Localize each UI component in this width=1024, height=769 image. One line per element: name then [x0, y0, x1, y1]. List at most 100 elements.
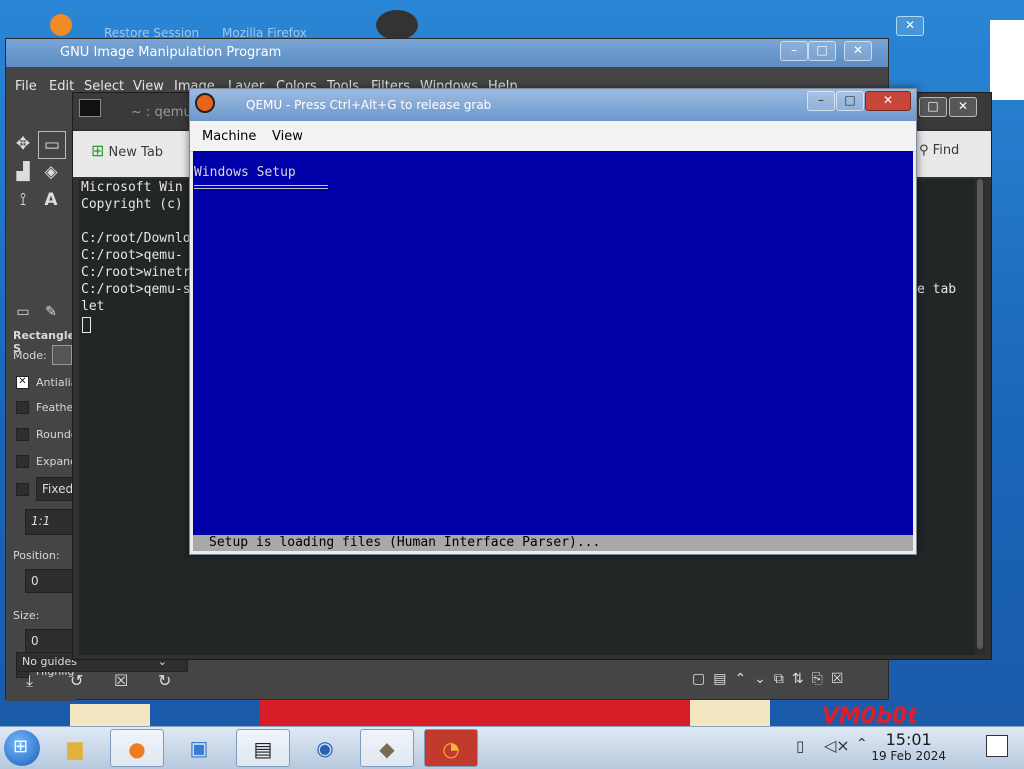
clipboard-icon[interactable]: ▯: [796, 737, 804, 755]
gimp-title: GNU Image Manipulation Program: [60, 45, 282, 60]
qemu-menu-view[interactable]: View: [272, 129, 303, 144]
qemu-logo-icon: [195, 93, 215, 113]
terminal-line: C:/root>qemu-s: [81, 282, 191, 297]
save-options-icon[interactable]: ⤓: [26, 671, 33, 691]
qemu-menubar: Machine View: [190, 121, 916, 152]
show-desktop-button[interactable]: [986, 735, 1008, 757]
taskbar-konsole[interactable]: ▤: [236, 729, 290, 767]
terminal-scrollbar[interactable]: [975, 179, 985, 655]
paint-tool-icon[interactable]: ▟: [10, 159, 36, 185]
expand-checkbox[interactable]: [16, 455, 29, 468]
gimp-menu-edit[interactable]: Edit: [49, 79, 74, 94]
clock-time: 15:01: [885, 730, 932, 749]
size-width-field[interactable]: 0: [25, 629, 76, 653]
qemu-close-button[interactable]: ✕: [865, 91, 911, 111]
new-tab-icon: ⊞: [91, 141, 105, 160]
wallpaper-red-shape: [260, 700, 700, 728]
taskbar-qemu[interactable]: ◔: [424, 729, 478, 767]
gimp-menu-file[interactable]: File: [15, 79, 37, 94]
search-icon: ⚲: [919, 143, 929, 158]
folder-icon: ▆: [67, 736, 83, 760]
feather-label: Feathe: [36, 401, 74, 414]
taskbar: ⊞ ▆ ● ▣ ▤ ◉ ◆ ◔ ▯ ◁× ⌃ 15:01 19 Feb 2024: [0, 726, 1024, 769]
delete-options-icon[interactable]: ☒: [114, 671, 128, 690]
scrollbar-thumb[interactable]: [977, 179, 983, 649]
qemu-window: QEMU - Press Ctrl+Alt+G to release grab …: [189, 88, 917, 555]
gimp-icon: ◆: [379, 737, 395, 761]
thunderbird-icon: ◉: [316, 736, 334, 760]
mode-label: Mode:: [13, 349, 47, 362]
firefox-icon: [50, 14, 72, 36]
wallpaper-white-shape: [990, 20, 1024, 100]
fixed-checkbox[interactable]: [16, 483, 29, 496]
terminal-line: Microsoft Win: [81, 180, 183, 195]
find-button[interactable]: ⚲ Find: [919, 143, 959, 158]
rounded-checkbox[interactable]: [16, 428, 29, 441]
wallpaper-cream-shape: [70, 704, 150, 728]
taskbar-control-panel[interactable]: ▣: [172, 729, 226, 767]
restore-options-icon[interactable]: ↺: [70, 671, 83, 690]
find-label: Find: [932, 143, 960, 158]
expand-label: Expand: [36, 455, 78, 468]
gimp-maximize-button[interactable]: □: [808, 41, 836, 61]
background-window-strip: Restore Session Mozilla Firefox ✕: [40, 0, 980, 40]
terminal-line: Copyright (c): [81, 197, 183, 212]
qemu-maximize-button[interactable]: □: [836, 91, 864, 111]
setup-title: Windows Setup: [194, 165, 296, 180]
path-tool-icon[interactable]: ⟟: [10, 187, 36, 213]
position-label: Position:: [13, 549, 60, 562]
konsole-maximize-button[interactable]: □: [919, 97, 947, 117]
terminal-line-fragment: e tab: [917, 282, 957, 297]
taskbar-gimp[interactable]: ◆: [360, 729, 414, 767]
wallpaper-cream-shape: [690, 700, 770, 728]
terminal-line: let: [81, 299, 105, 314]
gimp-toolbox: ✥ ▭ ▟ ◈ ⟟ A ▭ ✎ Rectangle S Mode: ✕ Anti…: [6, 101, 78, 701]
terminal-line: C:/root/Downlo: [81, 231, 191, 246]
new-tab-label: New Tab: [108, 145, 164, 160]
desktop-disc-icon: [376, 10, 418, 40]
text-tool-icon[interactable]: A: [38, 187, 64, 213]
terminal-icon: ▤: [253, 737, 273, 761]
taskbar-thunderbird[interactable]: ◉: [298, 729, 352, 767]
antialias-checkbox[interactable]: ✕: [16, 376, 29, 389]
qemu-titlebar[interactable]: QEMU - Press Ctrl+Alt+G to release grab …: [190, 89, 916, 121]
setup-status-bar: Setup is loading files (Human Interface …: [193, 535, 913, 551]
gimp-titlebar[interactable]: GNU Image Manipulation Program – □ ✕: [6, 39, 888, 67]
system-clock[interactable]: 15:01 19 Feb 2024: [871, 730, 946, 763]
ratio-field[interactable]: 1:1: [25, 509, 76, 535]
tool-options-tab-icon[interactable]: ▭: [10, 299, 36, 325]
layers-panel-buttons[interactable]: ▢▤⌃⌄⧉⇅⎘☒: [692, 671, 882, 691]
konsole-close-button[interactable]: ✕: [949, 97, 977, 117]
clock-date: 19 Feb 2024: [871, 749, 946, 763]
taskbar-explorer[interactable]: ▆: [48, 729, 102, 767]
bucket-fill-tool-icon[interactable]: ◈: [38, 159, 64, 185]
show-hidden-icons-icon[interactable]: ⌃: [856, 736, 868, 752]
move-tool-icon[interactable]: ✥: [10, 131, 36, 157]
mode-replace-icon[interactable]: [52, 345, 72, 365]
qemu-minimize-button[interactable]: –: [807, 91, 835, 111]
volume-muted-icon[interactable]: ◁×: [824, 736, 850, 755]
firefox-icon: ●: [128, 737, 146, 761]
brush-tab-icon[interactable]: ✎: [38, 299, 64, 325]
control-panel-icon: ▣: [189, 736, 209, 760]
size-label: Size:: [13, 609, 40, 622]
terminal-cursor: [82, 317, 91, 333]
background-close-button[interactable]: ✕: [896, 16, 924, 36]
terminal-icon: [79, 99, 101, 117]
qemu-menu-machine[interactable]: Machine: [202, 129, 256, 144]
terminal-line: C:/root>qemu-: [81, 248, 183, 263]
new-tab-button[interactable]: ⊞ New Tab: [91, 141, 163, 160]
reset-options-icon[interactable]: ↻: [158, 671, 171, 690]
gimp-minimize-button[interactable]: –: [780, 41, 808, 61]
setup-status-text: Setup is loading files (Human Interface …: [209, 535, 601, 550]
gimp-close-button[interactable]: ✕: [844, 41, 872, 61]
feather-checkbox[interactable]: [16, 401, 29, 414]
qemu-display[interactable]: Windows Setup Setup is loading files (Hu…: [193, 151, 913, 551]
start-button[interactable]: ⊞: [4, 730, 40, 766]
taskbar-firefox[interactable]: ●: [110, 729, 164, 767]
guides-value: No guides: [22, 655, 77, 668]
fixed-dropdown[interactable]: Fixed: [36, 477, 76, 501]
terminal-line: C:/root>winetr: [81, 265, 191, 280]
position-x-field[interactable]: 0: [25, 569, 76, 593]
rectangle-select-tool-icon[interactable]: ▭: [38, 131, 66, 159]
